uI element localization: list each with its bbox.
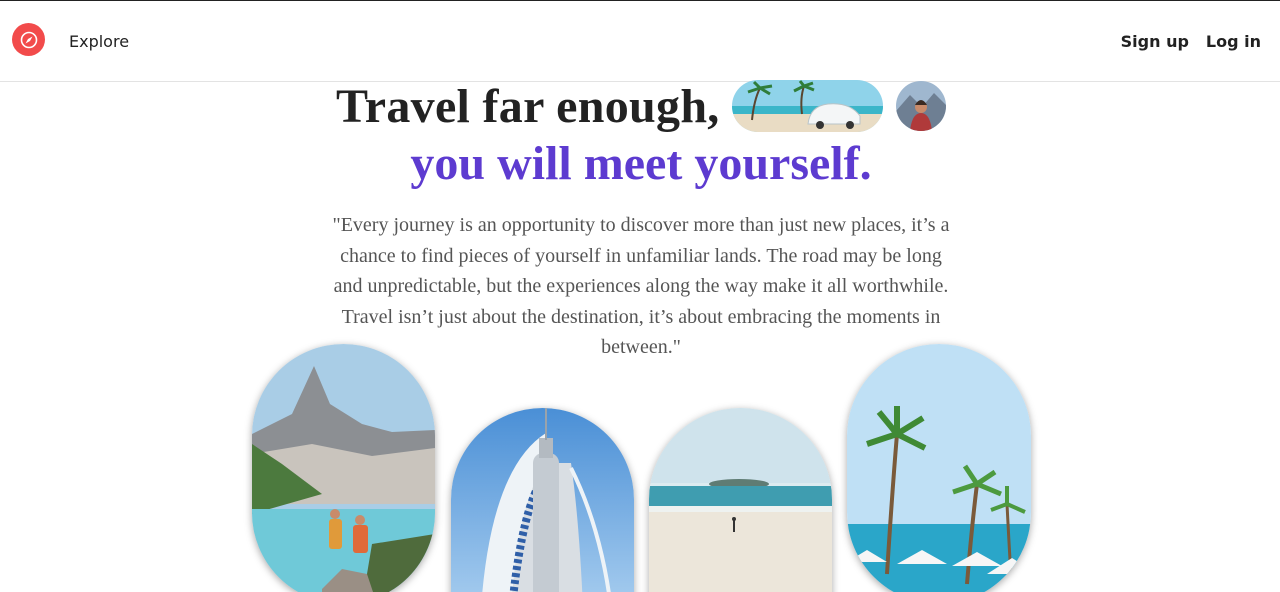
logo[interactable] — [12, 23, 45, 56]
login-link[interactable]: Log in — [1206, 32, 1261, 51]
auth-links: Sign up Log in — [1121, 32, 1261, 51]
beach-car-image — [731, 80, 883, 132]
hero-quote: "Every journey is an opportunity to disc… — [332, 214, 950, 358]
mountain-lake-image — [252, 344, 435, 592]
beach-shore-image — [649, 408, 832, 592]
burj-al-arab-image — [451, 408, 634, 592]
hero-title-accent: you will meet yourself. — [410, 137, 872, 190]
palm-resort-image — [847, 344, 1031, 592]
compass-icon — [20, 31, 37, 48]
traveler-avatar — [895, 81, 946, 131]
hero-title-primary: Travel far enough, — [336, 79, 720, 133]
nav-explore-link[interactable]: Explore — [69, 32, 129, 51]
signup-link[interactable]: Sign up — [1121, 32, 1189, 51]
top-navbar: Explore Sign up Log in — [0, 1, 1280, 82]
hero-line-1: Travel far enough, — [336, 78, 946, 134]
